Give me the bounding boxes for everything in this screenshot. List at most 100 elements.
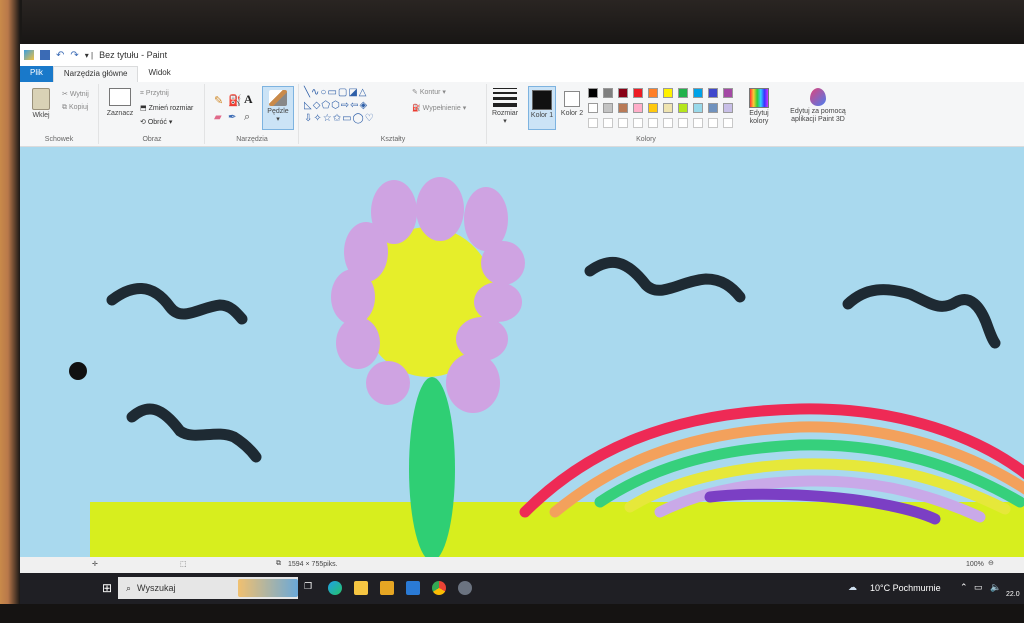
rotate-button[interactable]: ⟲ Obróć ▾ <box>140 118 172 126</box>
color2-label: Kolor 2 <box>560 110 584 117</box>
paint-window: ↶ ↷ ▾ | Bez tytułu - Paint Plik Narzędzi… <box>20 44 1024 604</box>
palette-swatch[interactable] <box>633 103 643 113</box>
colors-group: Kolor 1 Kolor 2 Edytuj kolory Edytuj za … <box>526 84 862 144</box>
taskbar-search-box[interactable]: ⌕ Wyszukaj <box>118 577 298 599</box>
search-highlight-image <box>238 579 298 597</box>
fill-bucket-icon[interactable]: ⛽ <box>228 94 242 107</box>
tab-file[interactable]: Plik <box>20 66 53 82</box>
copy-button[interactable]: ⧉ Kopiuj <box>62 104 88 112</box>
shapes-gallery[interactable]: ╲∿○▭▢◪△ ◺◇⬠⬡⇨⇦◈ ⇩✧☆✩▭◯♡ <box>304 86 404 125</box>
magnifier-icon[interactable]: ⌕ <box>244 111 250 124</box>
custom-color-slot[interactable] <box>633 118 643 128</box>
cut-button[interactable]: ✂ Wytnij <box>62 90 89 98</box>
color2-button[interactable]: Kolor 2 <box>560 86 584 130</box>
bird-3 <box>584 257 746 303</box>
petal <box>446 353 500 413</box>
clock-date[interactable]: 22.0 <box>1006 591 1020 598</box>
network-icon[interactable]: ▭ <box>974 582 983 593</box>
palette-swatch[interactable] <box>603 103 613 113</box>
palette-swatch[interactable] <box>693 88 703 98</box>
quick-access-dropdown-icon[interactable]: ▾ | <box>85 51 93 60</box>
drawing-svg <box>69 177 1024 557</box>
crop-button[interactable]: ⌗ Przytnij <box>140 90 169 98</box>
mail-icon[interactable] <box>406 581 420 595</box>
zoom-out-icon[interactable]: ⊖ <box>988 559 994 567</box>
task-view-icon[interactable]: ❐ <box>304 581 312 592</box>
flower-stem <box>409 377 455 557</box>
custom-color-slot[interactable] <box>723 118 733 128</box>
fill-button[interactable]: ⛽ Wypełnienie ▾ <box>412 104 466 112</box>
custom-color-slot[interactable] <box>588 118 598 128</box>
palette-swatch[interactable] <box>693 103 703 113</box>
store-icon[interactable] <box>380 581 394 595</box>
custom-color-slot[interactable] <box>618 118 628 128</box>
color-picker-icon[interactable]: ✒ <box>228 112 236 123</box>
paste-button[interactable]: Wklej <box>30 88 52 119</box>
palette-swatch[interactable] <box>618 88 628 98</box>
color-spectrum-icon <box>749 88 769 108</box>
paint-taskbar-icon[interactable] <box>458 581 472 595</box>
palette-swatch[interactable] <box>588 103 598 113</box>
title-bar: ↶ ↷ ▾ | Bez tytułu - Paint <box>20 44 1024 66</box>
palette-swatch[interactable] <box>603 88 613 98</box>
tab-view[interactable]: Widok <box>138 66 180 82</box>
custom-color-slot[interactable] <box>693 118 703 128</box>
monitor-bezel-top <box>0 0 1024 46</box>
palette-swatch[interactable] <box>663 103 673 113</box>
palette-swatch[interactable] <box>708 103 718 113</box>
edge-icon[interactable] <box>328 581 342 595</box>
color1-label: Kolor 1 <box>530 112 554 119</box>
color-palette <box>588 86 748 130</box>
palette-swatch[interactable] <box>678 88 688 98</box>
weather-text[interactable]: 10°C Pochmurnie <box>870 583 941 593</box>
petal <box>331 269 375 325</box>
undo-icon[interactable]: ↶ <box>56 50 64 61</box>
add-position-icon: ✛ <box>92 561 98 568</box>
tools-group-label: Narzędzia <box>236 136 268 143</box>
palette-swatch[interactable] <box>633 88 643 98</box>
brushes-dropdown-icon: ▾ <box>276 116 280 123</box>
outline-button[interactable]: ✎ Kontur ▾ <box>412 88 446 96</box>
edit-colors-button[interactable]: Edytuj kolory <box>746 86 772 126</box>
select-rectangle-icon <box>109 88 131 106</box>
custom-color-slot[interactable] <box>648 118 658 128</box>
palette-swatch[interactable] <box>648 88 658 98</box>
clipboard-group-label: Schowek <box>44 136 74 143</box>
resize-button[interactable]: ⬒ Zmień rozmiar <box>140 104 193 112</box>
chrome-icon[interactable] <box>432 581 446 595</box>
custom-color-slot[interactable] <box>663 118 673 128</box>
palette-swatch[interactable] <box>663 88 673 98</box>
palette-swatch[interactable] <box>723 103 733 113</box>
custom-color-slot[interactable] <box>603 118 613 128</box>
weather-icon: ☁ <box>848 582 857 592</box>
drawing-canvas[interactable] <box>20 147 1024 557</box>
size-button[interactable]: Rozmiar ▾ <box>488 84 522 128</box>
palette-swatch[interactable] <box>678 103 688 113</box>
custom-color-slot[interactable] <box>708 118 718 128</box>
brushes-button[interactable]: Pędzle ▾ <box>262 86 294 130</box>
paste-label: Wklej <box>32 112 50 119</box>
volume-icon[interactable]: 🔈 <box>990 582 1001 593</box>
save-icon[interactable] <box>40 50 50 60</box>
petal <box>416 177 464 241</box>
palette-swatch[interactable] <box>708 88 718 98</box>
status-bar: ✛ ⬚ ⧉ 1594 × 755piks. 100% ⊖ <box>20 557 1024 573</box>
custom-color-slot[interactable] <box>678 118 688 128</box>
palette-swatch[interactable] <box>723 88 733 98</box>
palette-swatch[interactable] <box>618 103 628 113</box>
shapes-group: ╲∿○▭▢◪△ ◺◇⬠⬡⇨⇦◈ ⇩✧☆✩▭◯♡ ✎ Kontur ▾ ⛽ Wyp… <box>300 84 487 144</box>
color1-button[interactable]: Kolor 1 <box>528 86 556 130</box>
redo-icon[interactable]: ↷ <box>70 50 78 61</box>
tray-chevron-icon[interactable]: ⌃ <box>960 582 968 593</box>
outline-label: Kontur <box>419 89 441 96</box>
eraser-icon[interactable]: ▰ <box>214 112 222 123</box>
windows-start-icon[interactable]: ⊞ <box>102 581 112 595</box>
text-tool-icon[interactable]: A <box>244 92 253 107</box>
palette-swatch[interactable] <box>648 103 658 113</box>
tab-home[interactable]: Narzędzia główne <box>52 66 139 82</box>
file-explorer-icon[interactable] <box>354 581 368 595</box>
palette-swatch[interactable] <box>588 88 598 98</box>
pencil-icon[interactable]: ✎ <box>214 94 223 107</box>
select-button[interactable]: Zaznacz <box>106 88 134 117</box>
paint3d-button[interactable]: Edytuj za pomocą aplikacji Paint 3D <box>780 86 856 124</box>
